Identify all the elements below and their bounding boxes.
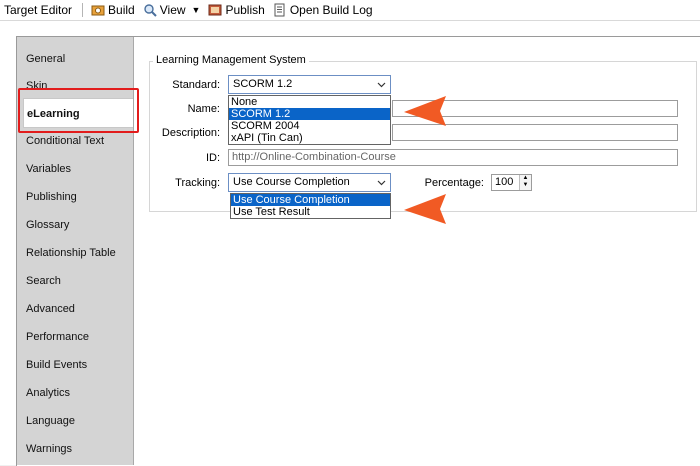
open-build-log-button[interactable]: Open Build Log: [269, 1, 377, 19]
tracking-label: Tracking:: [175, 177, 220, 189]
build-label: Build: [108, 3, 135, 17]
sidebar-item-advanced[interactable]: Advanced: [26, 299, 131, 319]
id-input[interactable]: http://Online-Combination-Course: [228, 149, 678, 166]
sidebar-item-variables[interactable]: Variables: [26, 159, 131, 179]
standard-value: SCORM 1.2: [233, 78, 293, 90]
standard-dropdown-list: None SCORM 1.2 SCORM 2004 xAPI (Tin Can): [228, 95, 391, 145]
id-label: ID:: [205, 152, 220, 164]
sidebar-item-glossary[interactable]: Glossary: [26, 215, 131, 235]
tracking-option-test-result[interactable]: Use Test Result: [231, 206, 390, 218]
callout-arrow-icon: [404, 194, 446, 224]
callout-arrow-icon: [404, 96, 446, 126]
standard-label: Standard:: [172, 79, 220, 91]
sidebar-item-warnings[interactable]: Warnings: [26, 439, 131, 459]
name-label: Name:: [187, 103, 220, 115]
standard-option-xapi[interactable]: xAPI (Tin Can): [229, 132, 390, 144]
publish-label: Publish: [225, 3, 265, 17]
spin-up-icon[interactable]: ▲: [520, 175, 531, 182]
view-icon: [144, 4, 157, 17]
open-build-log-label: Open Build Log: [289, 3, 373, 17]
editor-title: Target Editor: [4, 3, 73, 17]
view-label: View: [159, 3, 186, 17]
description-label: Description:: [161, 127, 220, 139]
toolbar: Target Editor Build View ▼ Publish Open …: [0, 0, 700, 21]
sidebar-item-relationship-table[interactable]: Relationship Table: [26, 243, 131, 263]
sidebar-item-performance[interactable]: Performance: [26, 327, 131, 347]
view-button[interactable]: View ▼: [139, 1, 205, 19]
sidebar-item-build-events[interactable]: Build Events: [26, 355, 131, 375]
sidebar-item-language[interactable]: Language: [26, 411, 131, 431]
sidebar-item-conditional-text[interactable]: Conditional Text: [26, 131, 131, 151]
lms-group-title: Learning Management System: [153, 54, 309, 66]
publish-icon: [208, 4, 222, 16]
build-log-icon: [274, 3, 285, 17]
chevron-down-icon: [377, 180, 386, 186]
sidebar-item-analytics[interactable]: Analytics: [26, 383, 131, 403]
view-dropdown-arrow-icon[interactable]: ▼: [192, 5, 201, 15]
percentage-spinner[interactable]: 100 ▲ ▼: [491, 174, 532, 191]
sidebar-item-publishing[interactable]: Publishing: [26, 187, 131, 207]
toolbar-separator: [82, 3, 84, 17]
tracking-option-course-completion[interactable]: Use Course Completion: [231, 194, 390, 206]
standard-option-none[interactable]: None: [229, 96, 390, 108]
tracking-value: Use Course Completion: [233, 176, 350, 188]
standard-combobox[interactable]: SCORM 1.2: [228, 75, 391, 94]
spinner-buttons[interactable]: ▲ ▼: [519, 175, 531, 190]
build-icon: [91, 5, 105, 16]
spin-down-icon[interactable]: ▼: [520, 182, 531, 189]
percentage-label: Percentage:: [424, 177, 484, 189]
tracking-dropdown-list: Use Course Completion Use Test Result: [230, 193, 391, 219]
standard-option-scorm-1-2[interactable]: SCORM 1.2: [229, 108, 390, 120]
chevron-down-icon: [377, 82, 386, 88]
sidebar-item-search[interactable]: Search: [26, 271, 131, 291]
percentage-value: 100: [495, 176, 514, 188]
standard-option-scorm-2004[interactable]: SCORM 2004: [229, 120, 390, 132]
elearning-highlight-box: [18, 88, 139, 133]
publish-button[interactable]: Publish: [204, 1, 268, 19]
sidebar-item-general[interactable]: General: [26, 49, 131, 69]
build-button[interactable]: Build: [87, 1, 139, 19]
tracking-combobox[interactable]: Use Course Completion: [228, 173, 391, 192]
